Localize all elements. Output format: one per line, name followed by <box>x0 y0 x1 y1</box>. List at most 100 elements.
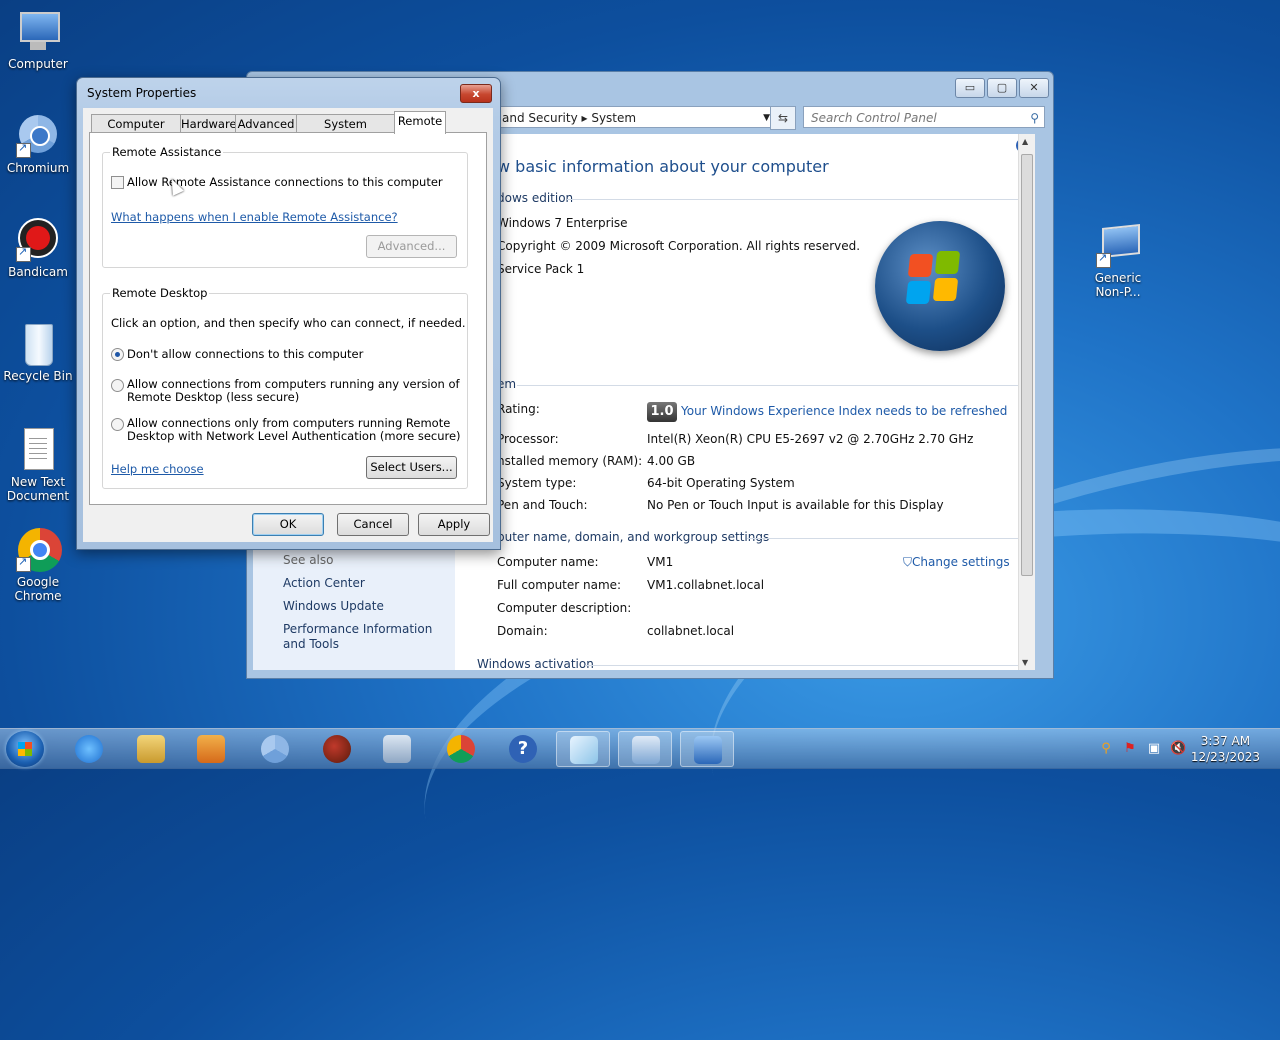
minimize-button[interactable]: ▭ <box>955 78 985 98</box>
radio-allow-any-version-label[interactable]: Allow connections from computers running… <box>127 378 460 404</box>
divider <box>747 538 1019 539</box>
full-computer-name-value: VM1.collabnet.local <box>647 578 765 592</box>
tab-system-protection[interactable]: System Protection <box>296 114 395 149</box>
system-type-label: System type: <box>497 476 577 490</box>
scrollbar-thumb[interactable] <box>1021 154 1033 576</box>
windows-logo-icon <box>875 221 1005 351</box>
search-icon[interactable]: ⚲ <box>1030 107 1039 129</box>
pen-touch-value: No Pen or Touch Input is available for t… <box>647 498 944 512</box>
taskbar-media-player[interactable] <box>184 731 238 767</box>
memory-value: 4.00 GB <box>647 454 696 468</box>
allow-remote-assistance-checkbox[interactable] <box>111 176 124 189</box>
wei-refresh-link[interactable]: Your Windows Experience Index needs to b… <box>681 404 1007 418</box>
change-settings-link[interactable]: ⛉Change settings <box>903 555 1010 570</box>
computer-icon <box>16 10 60 54</box>
scroll-up-icon[interactable]: ▲ <box>1022 137 1028 146</box>
remote-desktop-label: Remote Desktop <box>110 286 210 300</box>
desktop-icon-label: Generic Non-P... <box>1094 271 1142 299</box>
volume-muted-icon[interactable]: 🔇 <box>1170 741 1186 757</box>
divider <box>585 665 1019 666</box>
see-also-label: See also <box>283 553 334 567</box>
scroll-down-icon[interactable]: ▼ <box>1022 658 1028 667</box>
taskbar-internet-explorer[interactable] <box>62 731 116 767</box>
desktop-icon-chromium[interactable]: Chromium <box>0 114 76 175</box>
select-users-button[interactable]: Select Users... <box>366 456 457 479</box>
processor-value: Intel(R) Xeon(R) CPU E5-2697 v2 @ 2.70GH… <box>647 432 974 446</box>
taskbar: ? ⚲ ⚑ ▣ 🔇 3:37 AM 12/23/2023 <box>0 728 1280 769</box>
refresh-icon: ⇆ <box>777 111 789 125</box>
section-windows-edition: dows edition <box>497 191 574 205</box>
keyboard-icon <box>383 735 411 763</box>
wei-score-badge[interactable]: 1.0 <box>647 402 677 422</box>
link-action-center[interactable]: Action Center <box>283 576 365 590</box>
tab-advanced[interactable]: Advanced <box>235 114 297 133</box>
shortcut-arrow-icon <box>16 245 31 262</box>
tab-hardware[interactable]: Hardware <box>180 114 237 133</box>
radio-allow-nla-only-label[interactable]: Allow connections only from computers ru… <box>127 417 461 443</box>
apply-button[interactable]: Apply <box>418 513 490 536</box>
desktop-icon-recycle-bin[interactable]: Recycle Bin <box>0 322 76 383</box>
taskbar-system-properties[interactable] <box>680 731 734 767</box>
taskbar-notepad[interactable] <box>556 731 610 767</box>
shortcut-arrow-icon <box>1096 251 1111 268</box>
chrome-icon <box>447 735 475 763</box>
radio-allow-any-version[interactable] <box>111 379 124 392</box>
vertical-scrollbar[interactable]: ▲ ▼ <box>1018 134 1035 670</box>
advanced-button[interactable]: Advanced... <box>366 235 457 258</box>
rating-label: Rating: <box>497 402 540 416</box>
cancel-button[interactable]: Cancel <box>337 513 409 536</box>
remote-desktop-instruction: Click an option, and then specify who ca… <box>111 316 466 330</box>
dialog-content: Computer Name Hardware Advanced System P… <box>83 108 493 542</box>
remote-assistance-help-link[interactable]: What happens when I enable Remote Assist… <box>111 210 398 224</box>
flag-alert-icon[interactable]: ⚑ <box>1122 741 1138 757</box>
memory-label: nstalled memory (RAM): <box>497 454 643 468</box>
maximize-button[interactable]: ▢ <box>987 78 1017 98</box>
link-performance-information[interactable]: Performance Information and Tools <box>283 622 448 652</box>
dialog-close-button[interactable]: x <box>460 84 492 103</box>
dropdown-arrow-icon[interactable]: ▼ <box>763 107 770 129</box>
desktop-icon-new-text-document[interactable]: New Text Document <box>0 428 76 503</box>
service-pack-text: Service Pack 1 <box>497 262 585 276</box>
chromium-icon <box>261 735 289 763</box>
folder-icon <box>137 735 165 763</box>
section-windows-activation: Windows activation <box>477 657 594 671</box>
search-input[interactable]: Search Control Panel ⚲ <box>803 106 1045 128</box>
network-icon[interactable]: ▣ <box>1146 741 1162 757</box>
control-panel-icon <box>632 736 660 764</box>
help-me-choose-link[interactable]: Help me choose <box>111 462 204 476</box>
taskbar-chromium[interactable] <box>248 731 302 767</box>
start-button[interactable] <box>6 731 44 767</box>
radio-dont-allow-label[interactable]: Don't allow connections to this computer <box>127 348 363 361</box>
refresh-button[interactable]: ⇆ <box>770 106 796 130</box>
ok-button[interactable]: OK <box>252 513 324 536</box>
tab-computer-name[interactable]: Computer Name <box>91 114 181 149</box>
taskbar-firefox[interactable] <box>310 731 364 767</box>
domain-label: Domain: <box>497 624 548 638</box>
link-windows-update[interactable]: Windows Update <box>283 599 384 613</box>
computer-name-label: Computer name: <box>497 555 599 569</box>
taskbar-help[interactable]: ? <box>496 731 550 767</box>
clock[interactable]: 3:37 AM 12/23/2023 <box>1191 733 1260 765</box>
address-bar[interactable]: and Security ▸ System ▼ <box>497 106 775 128</box>
taskbar-control-panel[interactable] <box>618 731 672 767</box>
desktop-icon-google-chrome[interactable]: Google Chrome <box>0 528 76 603</box>
tab-remote[interactable]: Remote <box>394 111 446 134</box>
desktop-icon-generic-printer[interactable]: Generic Non-P... <box>1080 224 1156 299</box>
radio-dont-allow[interactable] <box>111 348 124 361</box>
desktop-icon-label: New Text Document <box>6 475 70 503</box>
monitor-icon <box>694 736 722 764</box>
taskbar-explorer[interactable] <box>124 731 178 767</box>
computer-description-label: Computer description: <box>497 601 632 615</box>
taskbar-on-screen-keyboard[interactable] <box>370 731 424 767</box>
system-properties-dialog: System Properties x Computer Name Hardwa… <box>76 77 501 550</box>
search-icon[interactable]: ⚲ <box>1098 741 1114 757</box>
page-heading: w basic information about your computer <box>497 157 829 176</box>
desktop-icon-bandicam[interactable]: Bandicam <box>0 218 76 279</box>
close-button[interactable]: ✕ <box>1019 78 1049 98</box>
desktop-icon-computer[interactable]: Computer <box>0 10 76 71</box>
desktop-icon-label: Chromium <box>6 161 70 175</box>
recycle-bin-icon <box>16 322 60 366</box>
option-line: Remote Desktop (less secure) <box>127 390 300 404</box>
radio-allow-nla-only[interactable] <box>111 418 124 431</box>
taskbar-google-chrome[interactable] <box>434 731 488 767</box>
